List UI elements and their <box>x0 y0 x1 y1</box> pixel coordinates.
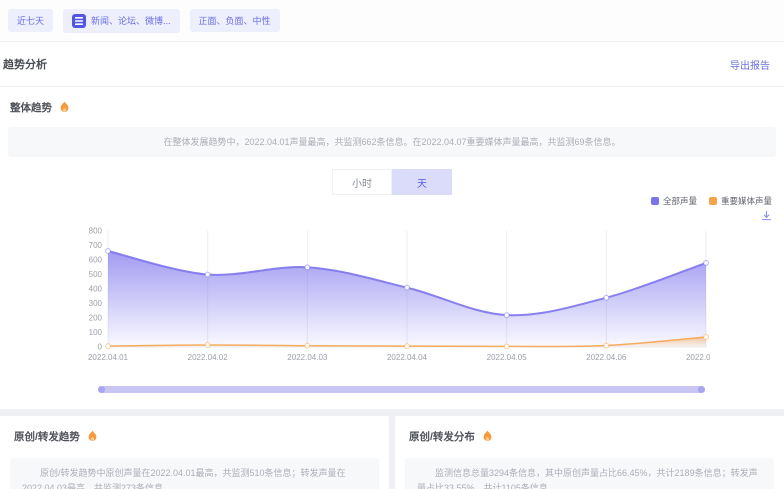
legend-swatch <box>651 197 659 205</box>
original-forward-dist-card: 原创/转发分布 监测信息总量3294条信息，其中原创声量占比66.45%，共计2… <box>395 416 784 489</box>
trend-area-chart: 0 100 200 300 400 500 600 700 800 2022.04.01 2022.… <box>78 223 710 376</box>
original-forward-dist-title: 原创/转发分布 <box>409 429 475 444</box>
legend-label: 重要媒体声量 <box>721 195 772 207</box>
source-filter-chip[interactable]: 新闻、论坛、微博... <box>63 9 180 33</box>
svg-text:2022.04.05: 2022.04.05 <box>487 353 528 362</box>
export-report-button[interactable]: 导出报告 <box>730 57 770 72</box>
original-forward-trend-title: 原创/转发趋势 <box>14 429 80 444</box>
hot-icon <box>86 430 99 443</box>
section-header: 趋势分析 导出报告 <box>0 42 784 87</box>
overall-trend-summary: 在整体发展趋势中，2022.04.01声量最高，共监测662条信息。在2022.… <box>8 127 776 157</box>
hot-icon <box>481 430 494 443</box>
download-icon[interactable] <box>761 210 772 221</box>
original-forward-dist-summary: 监测信息总量3294条信息，其中原创声量占比66.45%，共计2189条信息；转… <box>405 458 774 489</box>
legend-label: 全部声量 <box>663 195 697 207</box>
toggle-hour-button[interactable]: 小时 <box>332 169 392 195</box>
chart-scrollbar[interactable] <box>98 386 705 393</box>
svg-text:2022.04.07: 2022.04.07 <box>686 353 710 362</box>
svg-text:300: 300 <box>89 299 103 308</box>
svg-text:2022.04.02: 2022.04.02 <box>188 353 229 362</box>
overall-trend-title: 整体趋势 <box>10 100 52 115</box>
legend-item[interactable]: 重要媒体声量 <box>709 195 772 207</box>
original-forward-trend-card: 原创/转发趋势 原创/转发趋势中原创声量在2022.04.01最高，共监测510… <box>0 416 389 489</box>
svg-text:2022.04.06: 2022.04.06 <box>586 353 627 362</box>
legend-swatch <box>709 197 717 205</box>
granularity-toggle: 小时 天 <box>0 169 784 195</box>
legend-item[interactable]: 全部声量 <box>651 195 697 207</box>
time-range-chip[interactable]: 近七天 <box>8 9 53 32</box>
svg-text:500: 500 <box>89 270 103 279</box>
grid-icon <box>72 14 86 28</box>
chart-tools: 全部声量 重要媒体声量 <box>0 195 784 221</box>
svg-text:100: 100 <box>89 328 103 337</box>
page-title: 趋势分析 <box>3 56 47 72</box>
time-range-chip-label: 近七天 <box>17 14 44 27</box>
sentiment-filter-chip[interactable]: 正面、负面、中性 <box>190 9 280 32</box>
bottom-cards: 原创/转发趋势 原创/转发趋势中原创声量在2022.04.01最高，共监测510… <box>0 416 784 489</box>
analysis-panel: 近七天 新闻、论坛、微博... 正面、负面、中性 趋势分析 导出报告 整体趋势 … <box>0 0 784 409</box>
svg-text:800: 800 <box>89 227 103 236</box>
svg-text:2022.04.04: 2022.04.04 <box>387 353 428 362</box>
filter-chips-bar: 近七天 新闻、论坛、微博... 正面、负面、中性 <box>0 0 784 42</box>
scrollbar-left-handle[interactable] <box>98 386 105 393</box>
original-forward-trend-summary: 原创/转发趋势中原创声量在2022.04.01最高，共监测510条信息；转发声量… <box>10 458 379 489</box>
svg-text:600: 600 <box>89 256 103 265</box>
source-filter-chip-label: 新闻、论坛、微博... <box>91 14 171 27</box>
hot-icon <box>58 101 71 114</box>
svg-text:2022.04.03: 2022.04.03 <box>287 353 328 362</box>
svg-text:200: 200 <box>89 314 103 323</box>
svg-text:400: 400 <box>89 285 103 294</box>
overall-trend-header: 整体趋势 <box>0 87 784 115</box>
svg-text:700: 700 <box>89 241 103 250</box>
svg-text:0: 0 <box>98 343 103 352</box>
chart-legend: 全部声量 重要媒体声量 <box>651 195 772 207</box>
svg-text:2022.04.01: 2022.04.01 <box>88 353 129 362</box>
sentiment-filter-chip-label: 正面、负面、中性 <box>199 14 271 27</box>
scrollbar-right-handle[interactable] <box>698 386 705 393</box>
toggle-day-button[interactable]: 天 <box>392 169 452 195</box>
